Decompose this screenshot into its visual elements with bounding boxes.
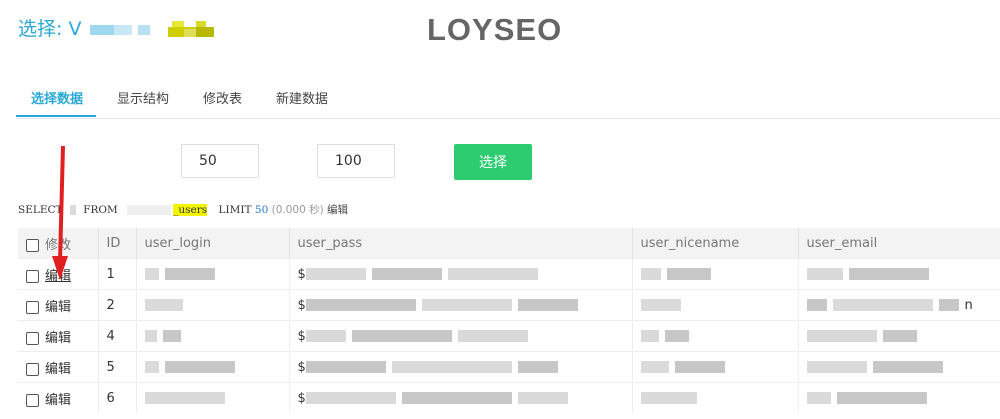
page-title: 选择: V: [18, 14, 230, 41]
cell-user-login: [136, 351, 290, 383]
tab-bar: 选择数据 显示结构 修改表 新建数据: [16, 78, 1000, 119]
edit-link[interactable]: 编辑: [45, 362, 71, 377]
cell-user-nicename: [632, 258, 799, 290]
cell-user-email: [798, 320, 1000, 352]
cell-user-pass: $: [289, 258, 633, 290]
cell-user-login: [136, 382, 290, 413]
table-row: 编辑 2 $ n: [18, 289, 1000, 321]
tab-alter-table[interactable]: 修改表: [203, 88, 242, 107]
header-user-email[interactable]: user_email: [798, 228, 1000, 259]
sql-timing: (0.000 秒): [271, 204, 324, 216]
data-table: 修改 ID user_login user_pass user_nicename…: [18, 228, 1000, 413]
select-button[interactable]: 选择: [454, 144, 532, 180]
cell-user-email: [798, 382, 1000, 413]
header-edit-label: 修改: [45, 237, 72, 253]
table-row: 编辑 6 $: [18, 382, 1000, 413]
cell-id: 1: [98, 258, 137, 290]
header-user-login[interactable]: user_login: [136, 228, 290, 259]
tab-new-data[interactable]: 新建数据: [276, 88, 328, 107]
redacted-table-prefix: [127, 205, 172, 215]
sql-query: SELECT FROM _users LIMIT 50 (0.000 秒) 编辑: [18, 202, 348, 217]
sql-edit-link[interactable]: 编辑: [327, 204, 348, 216]
header-user-pass[interactable]: user_pass: [289, 228, 633, 259]
header-edit: 修改: [18, 228, 99, 259]
limit-input[interactable]: [181, 144, 259, 178]
select-all-checkbox[interactable]: [26, 238, 39, 252]
row-checkbox[interactable]: [26, 362, 39, 376]
edit-link[interactable]: 编辑: [45, 393, 71, 408]
cell-id: 5: [98, 351, 137, 383]
cell-id: 6: [98, 382, 137, 413]
cell-id: 2: [98, 289, 137, 321]
table-row: 编辑 4 $: [18, 320, 1000, 352]
tab-select-data[interactable]: 选择数据: [31, 88, 83, 107]
cell-user-nicename: [632, 320, 799, 352]
row-checkbox[interactable]: [26, 393, 39, 407]
cell-user-pass: $: [289, 289, 633, 321]
sql-limit-value: 50: [254, 204, 269, 216]
active-tab-indicator: [16, 115, 96, 117]
cell-user-email: [798, 351, 1000, 383]
row-checkbox[interactable]: [26, 300, 39, 314]
table-row: 编辑 5 $: [18, 351, 1000, 383]
table-row: 编辑 1 $: [18, 258, 1000, 290]
cell-user-pass: $: [289, 320, 633, 352]
edit-link[interactable]: 编辑: [45, 331, 71, 346]
cell-user-email: n: [798, 289, 1000, 321]
redacted-columns: [69, 205, 76, 215]
offset-input[interactable]: [317, 144, 395, 178]
row-checkbox[interactable]: [26, 269, 39, 283]
edit-link[interactable]: 编辑: [45, 269, 71, 284]
cell-user-login: [136, 258, 290, 290]
edit-link[interactable]: 编辑: [45, 300, 71, 315]
header-id[interactable]: ID: [98, 228, 137, 259]
table-header-row: 修改 ID user_login user_pass user_nicename…: [18, 228, 1000, 259]
cell-user-email: [798, 258, 1000, 290]
cell-user-pass: $: [289, 351, 633, 383]
cell-user-pass: $: [289, 382, 633, 413]
cell-user-nicename: [632, 382, 799, 413]
tab-show-structure[interactable]: 显示结构: [117, 88, 169, 107]
page-title-text: 选择: V: [18, 18, 82, 40]
cell-user-login: [136, 320, 290, 352]
sql-table-name: _users: [173, 204, 208, 216]
cell-user-login: [136, 289, 290, 321]
loyseo-logo: LOYSEO: [427, 12, 563, 47]
sql-limit-keyword: LIMIT: [218, 204, 252, 216]
cell-id: 4: [98, 320, 137, 352]
row-checkbox[interactable]: [26, 331, 39, 345]
sql-select-keyword: SELECT: [18, 204, 63, 216]
redacted-db-name: [89, 20, 230, 39]
header-user-nicename[interactable]: user_nicename: [632, 228, 799, 259]
cell-user-nicename: [632, 351, 799, 383]
cell-user-nicename: [632, 289, 799, 321]
sql-from-keyword: FROM: [83, 204, 118, 216]
